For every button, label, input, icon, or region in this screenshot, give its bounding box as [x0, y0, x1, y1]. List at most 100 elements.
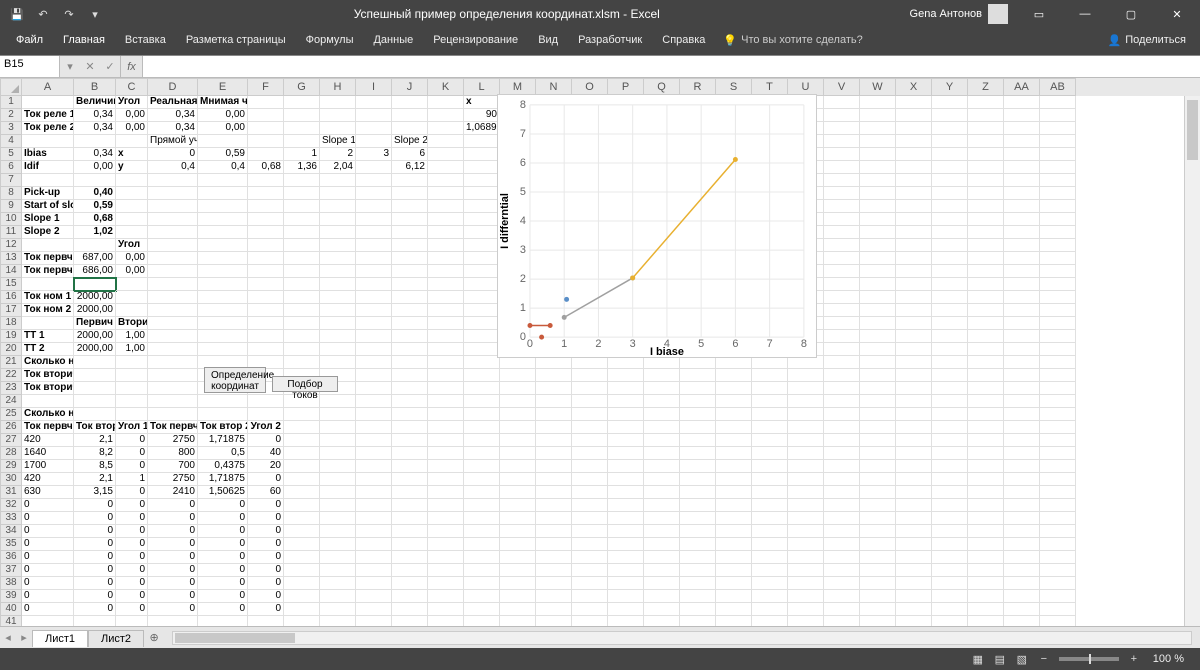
cell[interactable]: [248, 408, 284, 421]
cell[interactable]: [572, 486, 608, 499]
row-header[interactable]: 24: [0, 395, 22, 408]
row-header[interactable]: 14: [0, 265, 22, 278]
cell[interactable]: [356, 213, 392, 226]
cell[interactable]: 60: [248, 486, 284, 499]
cell[interactable]: [148, 239, 198, 252]
cell[interactable]: [392, 382, 428, 395]
cell[interactable]: [536, 564, 572, 577]
tell-me[interactable]: 💡 Что вы хотите сделать?: [715, 28, 870, 52]
cell[interactable]: 6,12: [392, 161, 428, 174]
row-header[interactable]: 35: [0, 538, 22, 551]
cell[interactable]: [500, 525, 536, 538]
cell[interactable]: [716, 590, 752, 603]
cell[interactable]: [392, 447, 428, 460]
cell[interactable]: [932, 525, 968, 538]
cell[interactable]: [284, 226, 320, 239]
cell[interactable]: [22, 317, 74, 330]
cell[interactable]: Ток первч 1: [22, 252, 74, 265]
cell[interactable]: Сколько нужно подать: [22, 356, 74, 369]
row-header[interactable]: 40: [0, 603, 22, 616]
row-header[interactable]: 3: [0, 122, 22, 135]
cell[interactable]: [428, 538, 464, 551]
cell[interactable]: [680, 421, 716, 434]
cell[interactable]: [284, 291, 320, 304]
cell[interactable]: [148, 187, 198, 200]
cell[interactable]: [392, 304, 428, 317]
cell[interactable]: [752, 577, 788, 590]
cell[interactable]: [824, 447, 860, 460]
sheet-tab-1[interactable]: Лист1: [32, 630, 88, 647]
select-all-corner[interactable]: [0, 78, 22, 96]
cell[interactable]: [824, 96, 860, 109]
cell[interactable]: [788, 395, 824, 408]
zoom-level[interactable]: 100 %: [1145, 653, 1192, 665]
cell[interactable]: [284, 122, 320, 135]
cell[interactable]: [320, 473, 356, 486]
cell[interactable]: [644, 447, 680, 460]
cell[interactable]: [320, 239, 356, 252]
check-icon[interactable]: ✓: [100, 60, 120, 73]
cell[interactable]: [968, 200, 1004, 213]
cell[interactable]: [932, 603, 968, 616]
row-header[interactable]: 12: [0, 239, 22, 252]
cell[interactable]: [428, 252, 464, 265]
cell[interactable]: [500, 447, 536, 460]
cell[interactable]: [896, 447, 932, 460]
cell[interactable]: [22, 278, 74, 291]
row-header[interactable]: 36: [0, 551, 22, 564]
cell[interactable]: [536, 512, 572, 525]
cell[interactable]: [968, 434, 1004, 447]
cell[interactable]: [356, 473, 392, 486]
share-button[interactable]: 👤 Поделиться: [1094, 28, 1200, 52]
cell[interactable]: [572, 447, 608, 460]
cell[interactable]: 0: [198, 499, 248, 512]
cell[interactable]: [896, 382, 932, 395]
cell[interactable]: [1040, 187, 1076, 200]
row-header[interactable]: 33: [0, 512, 22, 525]
cell[interactable]: 2000,00: [74, 291, 116, 304]
cell[interactable]: [392, 473, 428, 486]
cell[interactable]: 2,04: [320, 161, 356, 174]
cell[interactable]: [824, 291, 860, 304]
cell[interactable]: [572, 421, 608, 434]
cell[interactable]: [284, 551, 320, 564]
cell[interactable]: [1040, 616, 1076, 626]
cell[interactable]: [500, 369, 536, 382]
cell[interactable]: [464, 577, 500, 590]
cell[interactable]: [248, 265, 284, 278]
cell[interactable]: [1040, 96, 1076, 109]
cell[interactable]: Ток ном 2: [22, 304, 74, 317]
cell[interactable]: [932, 330, 968, 343]
cell[interactable]: [572, 499, 608, 512]
cell[interactable]: [392, 551, 428, 564]
cell[interactable]: [752, 408, 788, 421]
cell[interactable]: [932, 538, 968, 551]
cell[interactable]: [392, 226, 428, 239]
cell[interactable]: Ток втор 2: [198, 421, 248, 434]
cell[interactable]: [968, 174, 1004, 187]
cell[interactable]: Угол 1: [116, 421, 148, 434]
cell[interactable]: [1040, 369, 1076, 382]
cell[interactable]: 0,59: [198, 148, 248, 161]
cell[interactable]: [356, 291, 392, 304]
cell[interactable]: [1040, 239, 1076, 252]
cell[interactable]: 0: [248, 577, 284, 590]
cell[interactable]: 0,34: [74, 148, 116, 161]
cell[interactable]: 0: [116, 486, 148, 499]
undo-icon[interactable]: ↶: [32, 3, 54, 25]
cell[interactable]: [248, 187, 284, 200]
row-header[interactable]: 23: [0, 382, 22, 395]
cell[interactable]: Ток первч 1: [22, 421, 74, 434]
row-header[interactable]: 34: [0, 525, 22, 538]
cell[interactable]: [536, 590, 572, 603]
cell[interactable]: [860, 252, 896, 265]
cell[interactable]: [22, 135, 74, 148]
row-header[interactable]: 22: [0, 369, 22, 382]
cell[interactable]: [932, 395, 968, 408]
cell[interactable]: [74, 369, 116, 382]
cell[interactable]: 20: [248, 460, 284, 473]
cell[interactable]: [248, 226, 284, 239]
cell[interactable]: [716, 616, 752, 626]
cell[interactable]: [644, 460, 680, 473]
cell[interactable]: [428, 616, 464, 626]
